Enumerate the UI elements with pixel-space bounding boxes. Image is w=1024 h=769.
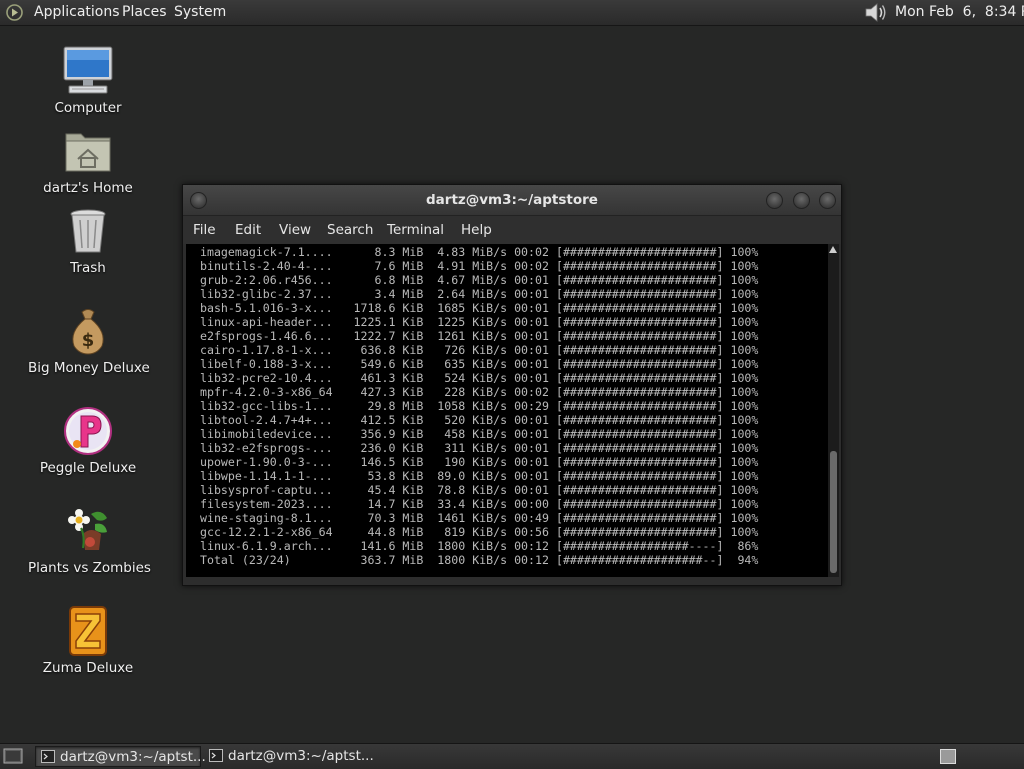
desktop-icon-plants-vs-zombies[interactable]: Plants vs Zombies — [28, 504, 151, 576]
window-title: dartz@vm3:~/aptstore — [426, 192, 598, 208]
menu-terminal[interactable]: Terminal — [387, 216, 444, 244]
terminal-line: gcc-12.2.1-2-x86_64 44.8 MiB 819 KiB/s 0… — [193, 525, 759, 539]
terminal-line: filesystem-2023.... 14.7 KiB 33.4 KiB/s … — [193, 497, 759, 511]
terminal-line: Total (23/24) 363.7 MiB 1800 KiB/s 00:12… — [193, 553, 759, 567]
desktop-icon-label: Zuma Deluxe — [42, 660, 134, 676]
terminal-line: bash-5.1.016-3-x... 1718.6 KiB 1685 KiB/… — [193, 301, 759, 315]
desktop-icon-label: Peggle Deluxe — [39, 460, 137, 476]
desktop-icon-computer[interactable]: Computer — [28, 44, 148, 116]
desktop-icon-label: Plants vs Zombies — [28, 560, 151, 576]
desktop-icon-label: Trash — [70, 260, 106, 276]
desktop-icon-home[interactable]: dartz's Home — [28, 124, 148, 196]
workspace-switcher[interactable] — [940, 749, 956, 764]
desktop-icon-label: Computer — [54, 100, 122, 116]
scrollbar-thumb[interactable] — [830, 451, 837, 573]
maximize-button[interactable] — [793, 192, 810, 209]
terminal-line: e2fsprogs-1.46.6... 1222.7 KiB 1261 KiB/… — [193, 329, 759, 343]
terminal-line: lib32-gcc-libs-1... 29.8 MiB 1058 KiB/s … — [193, 399, 759, 413]
taskbar-item-terminal-2[interactable]: dartz@vm3:~/aptst... — [204, 746, 374, 767]
terminal-scrollbar[interactable] — [828, 244, 839, 577]
desktop-icon-zuma[interactable]: Zuma Deluxe — [28, 604, 148, 676]
terminal-menubar: File Edit View Search Terminal Help — [183, 216, 841, 244]
terminal-line: cairo-1.17.8-1-x... 636.8 KiB 726 KiB/s … — [193, 343, 759, 357]
svg-text:$: $ — [82, 330, 95, 351]
desktop-icon-peggle[interactable]: Peggle Deluxe — [28, 404, 148, 476]
terminal-line: lib32-pcre2-10.4... 461.3 KiB 524 KiB/s … — [193, 371, 759, 385]
terminal-line: libelf-0.188-3-x... 549.6 KiB 635 KiB/s … — [193, 357, 759, 371]
menu-edit[interactable]: Edit — [235, 216, 261, 244]
show-desktop-icon[interactable] — [3, 747, 23, 765]
home-folder-icon — [65, 133, 111, 172]
menu-view[interactable]: View — [279, 216, 311, 244]
desktop-icon-label: dartz's Home — [43, 180, 133, 196]
taskbar-item-label: dartz@vm3:~/aptst... — [60, 749, 206, 765]
terminal-line: binutils-2.40-4-... 7.6 MiB 4.91 MiB/s 0… — [193, 259, 759, 273]
terminal-line: linux-api-header... 1225.1 KiB 1225 KiB/… — [193, 315, 759, 329]
plants-vs-zombies-icon — [68, 509, 107, 550]
terminal-line: imagemagick-7.1.... 8.3 MiB 4.83 MiB/s 0… — [193, 245, 759, 259]
taskbar-item-label: dartz@vm3:~/aptst... — [228, 748, 374, 764]
terminal-line: grub-2:2.06.r456... 6.8 MiB 4.67 MiB/s 0… — [193, 273, 759, 287]
zuma-icon — [69, 606, 107, 656]
terminal-line: lib32-e2fsprogs-... 236.0 KiB 311 KiB/s … — [193, 441, 759, 455]
scroll-up-arrow-icon[interactable] — [829, 246, 837, 253]
terminal-line: libwpe-1.14.1-1-... 53.8 KiB 89.0 KiB/s … — [193, 469, 759, 483]
trash-icon — [70, 209, 106, 253]
terminal-line: libtool-2.4.7+4+... 412.5 KiB 520 KiB/s … — [193, 413, 759, 427]
terminal-line: linux-6.1.9.arch... 141.6 MiB 1800 KiB/s… — [193, 539, 759, 553]
taskbar-item-terminal-1[interactable]: dartz@vm3:~/aptst... — [35, 746, 206, 767]
terminal-icon — [41, 750, 55, 763]
top-panel: Applications Places System Mon Feb 6, 8:… — [0, 0, 1024, 26]
minimize-button[interactable] — [766, 192, 783, 209]
desktop-icon-trash[interactable]: Trash — [28, 204, 148, 276]
applications-menu[interactable]: Applications — [34, 0, 120, 25]
peggle-icon — [64, 407, 112, 455]
terminal-line: mpfr-4.2.0-3-x86_64 427.3 KiB 228 KiB/s … — [193, 385, 759, 399]
terminal-window[interactable]: dartz@vm3:~/aptstore File Edit View Sear… — [182, 184, 842, 586]
terminal-line: lib32-glibc-2.37... 3.4 MiB 2.64 MiB/s 0… — [193, 287, 759, 301]
places-menu[interactable]: Places — [122, 0, 167, 25]
close-button[interactable] — [819, 192, 836, 209]
menu-help[interactable]: Help — [461, 216, 492, 244]
speaker-icon[interactable] — [863, 2, 887, 23]
computer-icon — [63, 46, 113, 94]
menu-search[interactable]: Search — [327, 216, 373, 244]
terminal-line: libimobiledevice... 356.9 KiB 458 KiB/s … — [193, 427, 759, 441]
terminal-icon — [209, 749, 223, 762]
system-menu[interactable]: System — [174, 0, 226, 25]
terminal-line: libsysprof-captu... 45.4 KiB 78.8 KiB/s … — [193, 483, 759, 497]
terminal-line: wine-staging-8.1... 70.3 MiB 1461 KiB/s … — [193, 511, 759, 525]
terminal-line: upower-1.90.0-3-... 146.5 KiB 190 KiB/s … — [193, 455, 759, 469]
bottom-panel: dartz@vm3:~/aptst... dartz@vm3:~/aptst..… — [0, 743, 1024, 769]
desktop-icon-label: Big Money Deluxe — [28, 360, 150, 376]
clock[interactable]: Mon Feb 6, 8:34 PM — [895, 0, 1024, 25]
money-bag-icon: $ — [72, 309, 104, 355]
desktop-icon-big-money[interactable]: $ Big Money Deluxe — [28, 304, 150, 376]
gnome-foot-icon[interactable] — [6, 4, 23, 21]
terminal-output[interactable]: imagemagick-7.1.... 8.3 MiB 4.83 MiB/s 0… — [186, 244, 828, 577]
menu-file[interactable]: File — [193, 216, 216, 244]
window-titlebar[interactable]: dartz@vm3:~/aptstore — [183, 185, 841, 216]
terminal-text: imagemagick-7.1.... 8.3 MiB 4.83 MiB/s 0… — [193, 245, 758, 567]
